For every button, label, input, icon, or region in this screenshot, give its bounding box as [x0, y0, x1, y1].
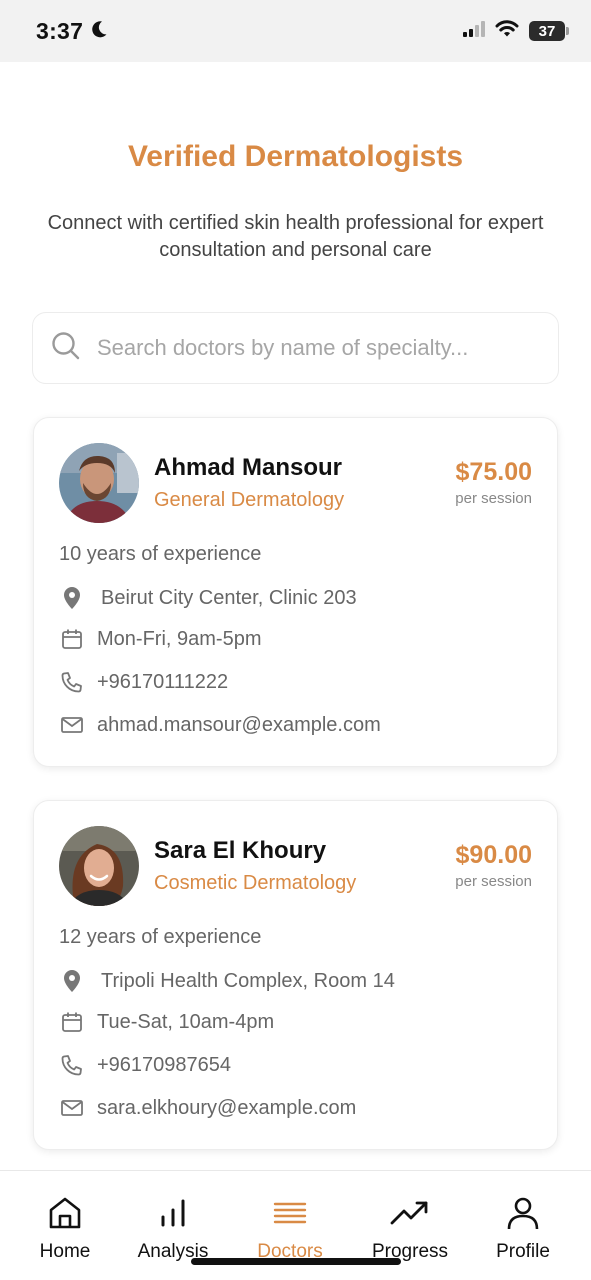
doctor-name: Sara El Khoury: [154, 837, 327, 864]
location-text: Beirut City Center, Clinic 203: [101, 586, 357, 609]
session-price: $90.00: [455, 841, 532, 869]
phone-row[interactable]: +96170111222: [59, 669, 228, 695]
doctor-card[interactable]: Ahmad Mansour General Dermatology $75.00…: [33, 417, 558, 767]
nav-label: Profile: [496, 1241, 550, 1262]
phone-row[interactable]: +96170987654: [59, 1052, 231, 1078]
cellular-signal-icon: [463, 20, 485, 42]
hours-text: Mon-Fri, 9am-5pm: [97, 627, 262, 650]
page-subtitle: Connect with certified skin health profe…: [47, 212, 544, 261]
home-icon: [47, 1193, 83, 1233]
status-left: 3:37: [36, 18, 109, 45]
location-text: Tripoli Health Complex, Room 14: [101, 969, 395, 992]
doctor-specialty: General Dermatology: [154, 489, 345, 511]
nav-label: Home: [39, 1241, 91, 1262]
menu-lines-icon: [272, 1193, 308, 1233]
email-text[interactable]: sara.elkhoury@example.com: [97, 1097, 356, 1120]
nav-item-analysis[interactable]: Analysis: [114, 1171, 232, 1271]
avatar: [59, 826, 139, 906]
nav-item-progress[interactable]: Progress: [351, 1171, 469, 1271]
phone-icon: [59, 669, 85, 695]
status-bar: 3:37 37: [0, 0, 591, 62]
mail-icon: [59, 712, 85, 738]
location-row: Tripoli Health Complex, Room 14: [59, 968, 395, 994]
location-row: Beirut City Center, Clinic 203: [59, 585, 357, 611]
avatar: [59, 443, 139, 523]
price-unit: per session: [455, 873, 532, 890]
user-icon: [505, 1193, 541, 1233]
experience-text: 12 years of experience: [59, 926, 262, 948]
mail-icon: [59, 1095, 85, 1121]
doctor-card[interactable]: Sara El Khoury Cosmetic Dermatology $90.…: [33, 800, 558, 1150]
hours-row: Mon-Fri, 9am-5pm: [59, 626, 261, 652]
status-right: 37: [463, 19, 569, 43]
nav-item-home[interactable]: Home: [6, 1171, 124, 1271]
experience-text: 10 years of experience: [59, 543, 262, 565]
email-text[interactable]: ahmad.mansour@example.com: [97, 714, 381, 737]
email-row[interactable]: sara.elkhoury@example.com: [59, 1095, 356, 1121]
doctor-name: Ahmad Mansour: [154, 454, 343, 481]
nav-item-doctors[interactable]: Doctors: [231, 1171, 349, 1271]
location-pin-icon: [59, 968, 85, 994]
location-pin-icon: [59, 585, 85, 611]
moon-icon: [89, 19, 109, 44]
trending-up-icon: [390, 1193, 430, 1233]
hours-text: Tue-Sat, 10am-4pm: [97, 1010, 275, 1033]
wifi-icon: [495, 19, 519, 43]
doctor-specialty: Cosmetic Dermatology: [154, 872, 357, 894]
hours-row: Tue-Sat, 10am-4pm: [59, 1009, 274, 1035]
price-unit: per session: [455, 490, 532, 507]
search-icon: [51, 331, 81, 366]
phone-text[interactable]: +96170111222: [97, 671, 228, 694]
status-time: 3:37: [36, 17, 84, 44]
bar-chart-icon: [155, 1193, 191, 1233]
battery-level: 37: [538, 22, 556, 40]
session-price: $75.00: [455, 458, 532, 486]
email-row[interactable]: ahmad.mansour@example.com: [59, 712, 381, 738]
page-title: Verified Dermatologists: [127, 140, 464, 173]
search-box[interactable]: [32, 312, 559, 384]
phone-text[interactable]: +96170987654: [97, 1054, 231, 1077]
battery-icon: 37: [529, 21, 569, 41]
home-indicator: [191, 1258, 401, 1265]
nav-item-profile[interactable]: Profile: [464, 1171, 582, 1271]
calendar-icon: [59, 626, 85, 652]
phone-icon: [59, 1052, 85, 1078]
search-input[interactable]: [97, 335, 537, 361]
calendar-icon: [59, 1009, 85, 1035]
